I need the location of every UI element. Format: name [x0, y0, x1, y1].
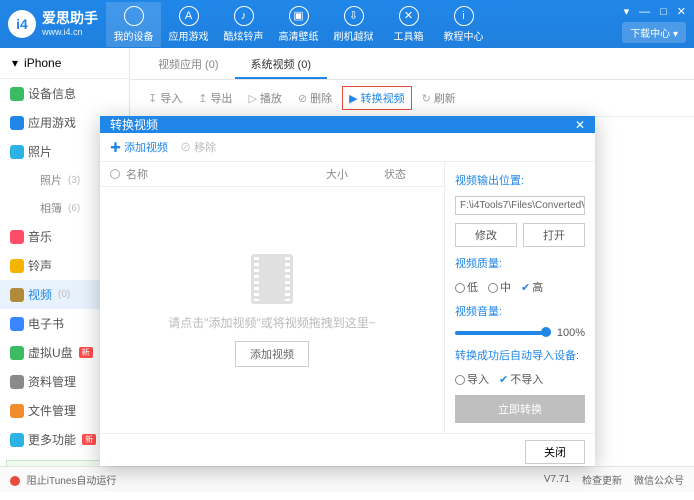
empty-hint: 请点击"添加视频"或将视频拖拽到这里~: [168, 314, 376, 331]
output-path-field[interactable]: F:\i4Tools7\Files\ConvertedVid: [455, 196, 585, 215]
dialog-title: 转换视频: [110, 116, 158, 133]
nav-教程中心[interactable]: i教程中心: [436, 2, 491, 47]
nav-icon: [124, 6, 144, 26]
app-logo: i4 爱思助手 www.i4.cn: [8, 10, 98, 38]
sidebar-icon: [10, 288, 24, 302]
sidebar-item-设备信息[interactable]: 设备信息: [0, 79, 129, 108]
sidebar-icon: [10, 145, 24, 159]
nav-高清壁纸[interactable]: ▣高清壁纸: [271, 2, 326, 47]
wechat-link[interactable]: 微信公众号: [634, 472, 684, 487]
toolbar-转换视频[interactable]: ▶ 转换视频: [342, 86, 411, 110]
volume-slider[interactable]: [455, 331, 551, 335]
chevron-down-icon: ▾: [12, 56, 18, 70]
quality-label: 视频质量:: [455, 255, 585, 271]
brand-name: 爱思助手: [42, 11, 98, 26]
convert-video-dialog: 转换视频 ✕ ✚ 添加视频 ⊘ 移除 名称 大小 状态 请点击"添加视频"或将视…: [100, 116, 595, 466]
list-header: 名称 大小 状态: [100, 162, 444, 187]
window-max-icon[interactable]: □: [660, 6, 667, 18]
nav-工具箱[interactable]: ✕工具箱: [381, 2, 436, 47]
window-menu-icon[interactable]: ▾: [624, 5, 630, 18]
stop-icon: [10, 476, 20, 486]
block-itunes-toggle[interactable]: 阻止iTunes自动运行: [10, 472, 116, 487]
brand-url: www.i4.cn: [42, 27, 98, 37]
window-min-icon[interactable]: —: [639, 6, 650, 18]
add-video-button[interactable]: ✚ 添加视频: [110, 139, 168, 155]
dialog-close-icon[interactable]: ✕: [575, 118, 585, 132]
download-center-button[interactable]: 下载中心 ▾: [622, 22, 686, 43]
nav-刷机越狱[interactable]: ⇩刷机越狱: [326, 2, 381, 47]
nav-icon: ▣: [289, 6, 309, 26]
remove-video-button[interactable]: ⊘ 移除: [180, 139, 216, 155]
toolbar-icon: ⊘: [298, 92, 307, 105]
window-close-icon[interactable]: ✕: [677, 5, 686, 18]
toolbar-icon: ▷: [248, 92, 256, 105]
modify-path-button[interactable]: 修改: [455, 223, 517, 247]
tab-视频应用[interactable]: 视频应用 (0): [142, 48, 235, 79]
logo-badge: i4: [8, 10, 36, 38]
empty-drop-area[interactable]: 请点击"添加视频"或将视频拖拽到这里~ 添加视频: [100, 187, 444, 433]
film-icon: [251, 254, 293, 304]
device-name: iPhone: [24, 56, 61, 70]
quality-mid-radio[interactable]: 中: [488, 279, 511, 295]
convert-now-button[interactable]: 立即转换: [455, 395, 585, 423]
open-path-button[interactable]: 打开: [523, 223, 585, 247]
sidebar-icon: [10, 116, 24, 130]
device-selector[interactable]: ▾ iPhone: [0, 48, 129, 79]
quality-high-radio[interactable]: ✔高: [521, 279, 543, 295]
version-label: V7.71: [544, 474, 570, 485]
window-controls: ▾ — □ ✕ 下载中心 ▾: [620, 5, 686, 43]
nav-icon: i: [454, 6, 474, 26]
sidebar-icon: [10, 346, 24, 360]
nav-我的设备[interactable]: 我的设备: [106, 2, 161, 47]
sidebar-icon: [10, 404, 24, 418]
toolbar-icon: ↻: [422, 92, 431, 105]
nav-icon: ✕: [399, 6, 419, 26]
output-path-label: 视频输出位置:: [455, 172, 585, 188]
toolbar-icon: ↧: [148, 92, 157, 105]
toolbar-播放[interactable]: ▷ 播放: [242, 87, 287, 109]
volume-value: 100%: [557, 327, 585, 339]
toolbar-icon: ↥: [198, 92, 207, 105]
toolbar-刷新[interactable]: ↻ 刷新: [416, 87, 462, 109]
toolbar-导出[interactable]: ↥ 导出: [192, 87, 238, 109]
toolbar-删除[interactable]: ⊘ 删除: [292, 87, 338, 109]
auto-import-label: 转换成功后自动导入设备:: [455, 347, 585, 363]
toolbar-导入[interactable]: ↧ 导入: [142, 87, 188, 109]
sidebar-icon: [10, 433, 24, 447]
nav-icon: ⇩: [344, 6, 364, 26]
quality-low-radio[interactable]: 低: [455, 279, 478, 295]
sidebar-icon: [10, 259, 24, 273]
import-no-radio[interactable]: ✔不导入: [499, 371, 543, 387]
nav-酷炫铃声[interactable]: ♪酷炫铃声: [216, 2, 271, 47]
select-all-checkbox[interactable]: [110, 169, 120, 179]
sidebar-icon: [10, 87, 24, 101]
volume-label: 视频音量:: [455, 303, 585, 319]
tab-系统视频[interactable]: 系统视频 (0): [235, 48, 328, 79]
add-video-cta[interactable]: 添加视频: [235, 341, 309, 367]
check-update-link[interactable]: 检查更新: [582, 472, 622, 487]
nav-应用游戏[interactable]: A应用游戏: [161, 2, 216, 47]
sidebar-icon: [10, 375, 24, 389]
sidebar-icon: [10, 230, 24, 244]
import-yes-radio[interactable]: 导入: [455, 371, 489, 387]
nav-icon: A: [179, 6, 199, 26]
dialog-close-button[interactable]: 关闭: [525, 440, 585, 464]
toolbar-icon: ▶: [349, 92, 357, 105]
nav-icon: ♪: [234, 6, 254, 26]
sidebar-icon: [10, 317, 24, 331]
